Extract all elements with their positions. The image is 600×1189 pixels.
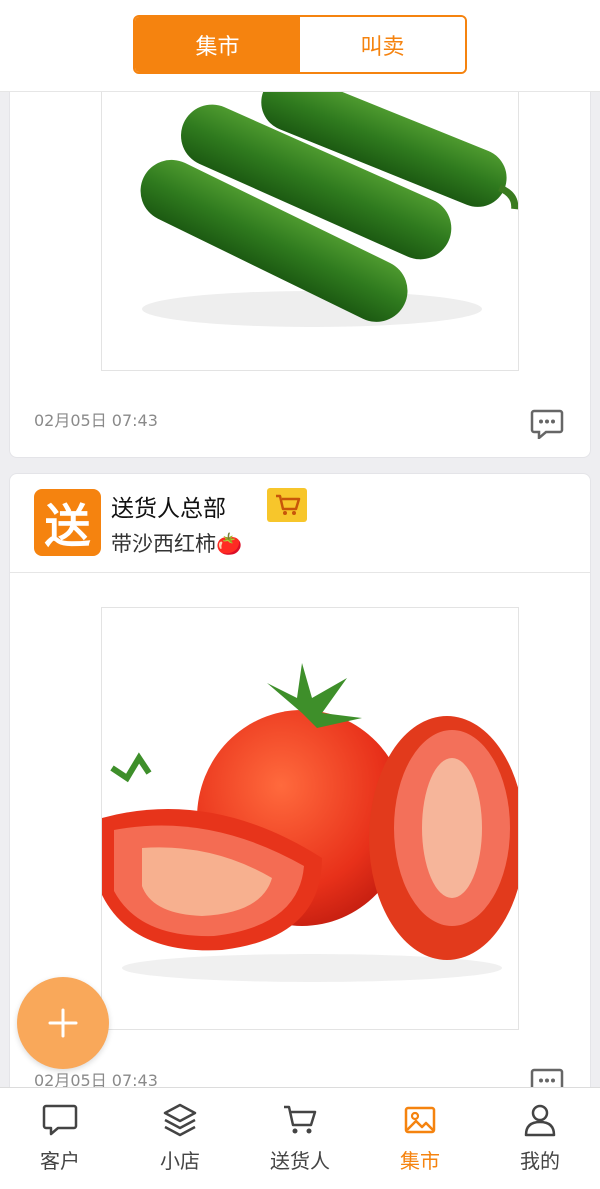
cart-icon [284, 1105, 317, 1134]
chat-bubble-icon [42, 1104, 78, 1136]
tab-hawk[interactable]: 叫卖 [300, 17, 465, 72]
add-post-button[interactable] [17, 977, 109, 1069]
person-icon [524, 1104, 556, 1137]
post-text: 带沙西红柿🍅 [111, 532, 243, 556]
segmented-control: 集市 叫卖 [133, 15, 467, 74]
tab-label: 客户 [40, 1149, 80, 1173]
post-author-row[interactable]: 送 送货人总部 带沙西红柿🍅 [34, 488, 574, 559]
top-header: 集市 叫卖 [0, 0, 600, 92]
comment-icon[interactable] [530, 1068, 564, 1087]
tab-label: 集市 [400, 1149, 440, 1173]
plus-icon [48, 1008, 78, 1038]
post-timestamp: 02月05日 07:43 [34, 1071, 158, 1087]
tab-market[interactable]: 集市 [360, 1088, 480, 1189]
layers-icon [163, 1103, 197, 1137]
tab-shop[interactable]: 小店 [120, 1088, 240, 1189]
tab-market[interactable]: 集市 [135, 17, 300, 72]
tab-label: 我的 [520, 1149, 560, 1173]
feed-list[interactable]: 02月05日 07:43 送 送货人总部 带沙西红柿🍅 02月05日 07:43 [0, 92, 600, 1087]
post-timestamp: 02月05日 07:43 [34, 411, 158, 430]
post-image-tomato[interactable] [101, 607, 519, 1030]
author-name[interactable]: 送货人总部 [111, 489, 226, 523]
tab-customers[interactable]: 客户 [0, 1088, 120, 1189]
image-icon [404, 1106, 436, 1134]
tab-label: 小店 [160, 1149, 200, 1173]
shop-cart-badge-icon[interactable] [267, 488, 307, 522]
author-avatar[interactable]: 送 [34, 489, 101, 556]
tab-label: 送货人 [270, 1149, 330, 1173]
bottom-tab-bar: 客户 小店 送货人 集市 我的 [0, 1087, 600, 1189]
post-card: 02月05日 07:43 [9, 92, 591, 458]
tomato-photo [102, 608, 518, 1029]
comment-icon[interactable] [530, 409, 564, 441]
tab-delivery[interactable]: 送货人 [240, 1088, 360, 1189]
divider [10, 572, 590, 573]
tab-me[interactable]: 我的 [480, 1088, 600, 1189]
cucumber-photo [102, 92, 518, 370]
post-image-cucumber[interactable] [101, 92, 519, 371]
